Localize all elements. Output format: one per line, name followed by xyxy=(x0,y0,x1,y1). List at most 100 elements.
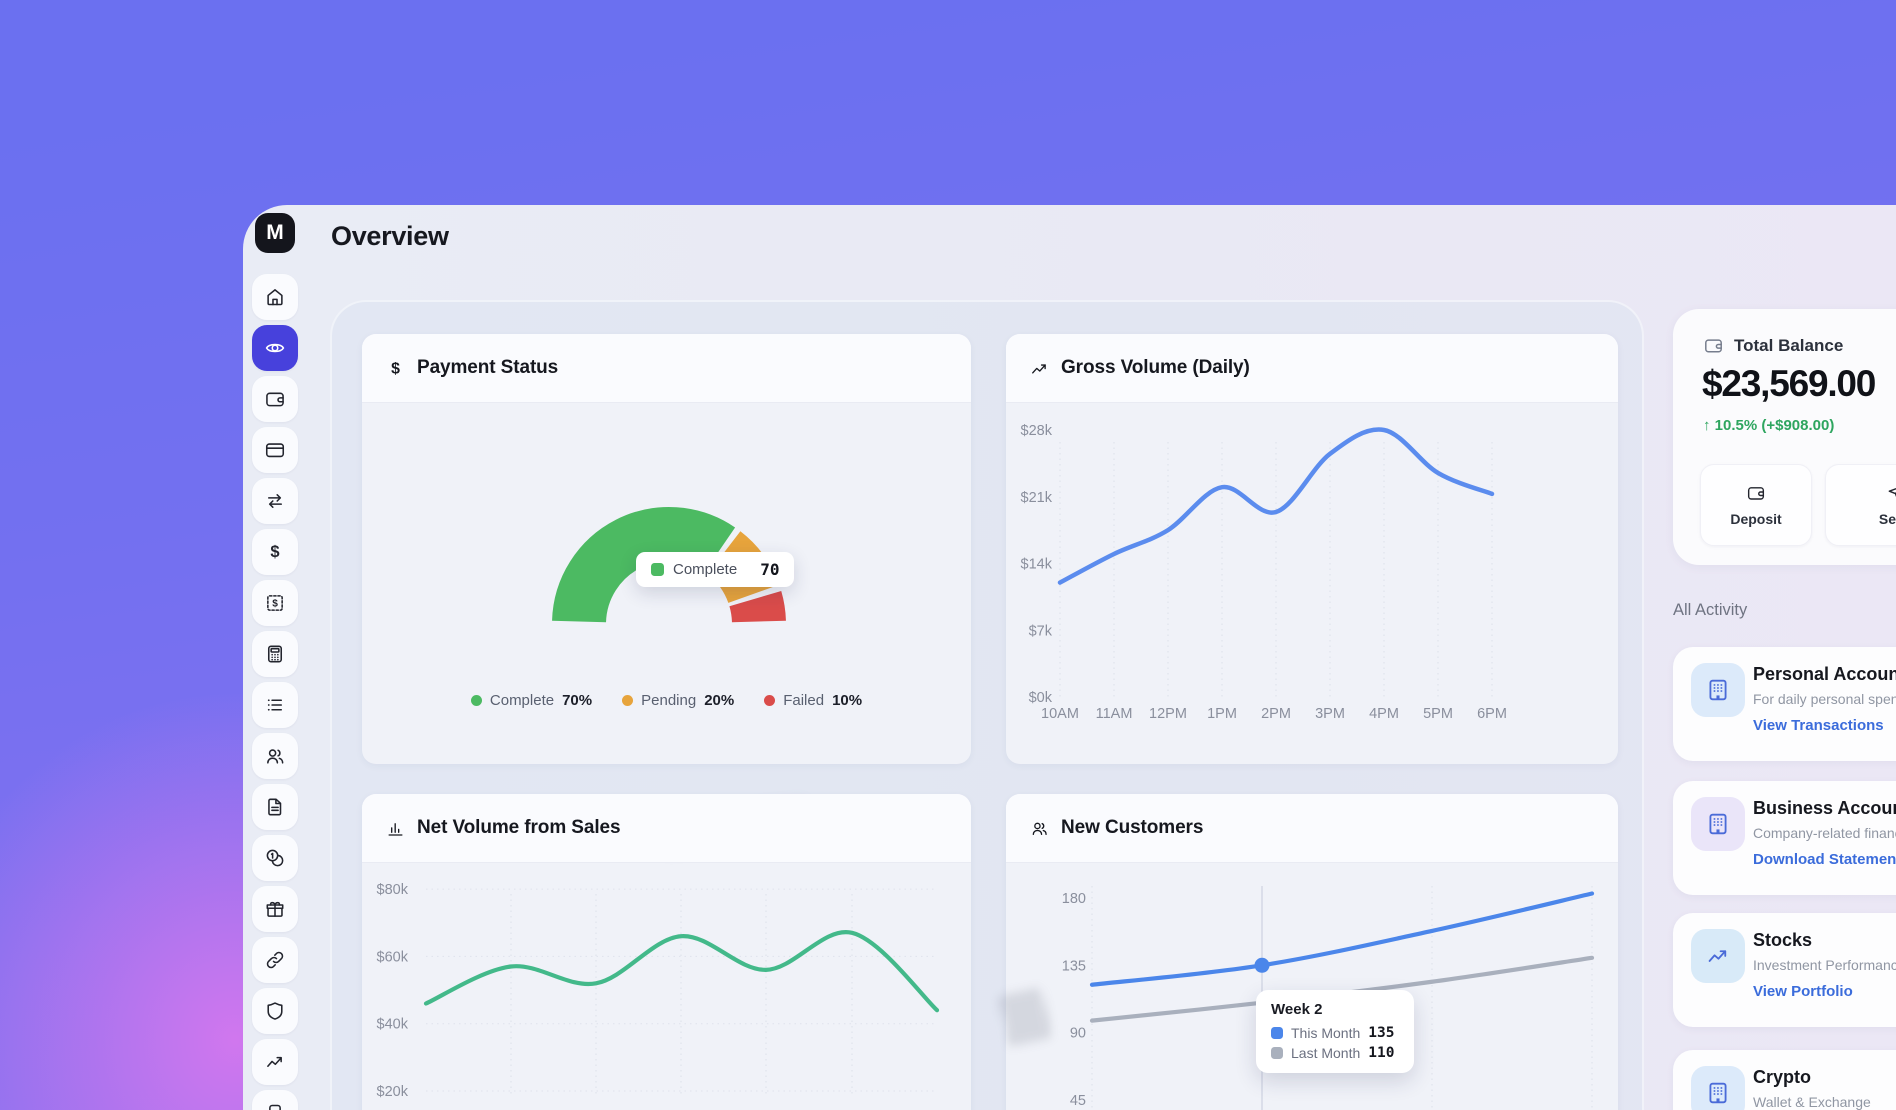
activity-item-crypto[interactable]: Crypto Wallet & Exchange xyxy=(1673,1050,1896,1110)
sidebar-nav: $ $ xyxy=(252,274,298,1110)
sidebar-item-trends[interactable] xyxy=(252,1039,298,1085)
sidebar-item-customers[interactable] xyxy=(252,733,298,779)
tooltip-value: 110 xyxy=(1368,1045,1394,1061)
svg-text:135: 135 xyxy=(1062,958,1086,974)
payment-status-header: $ Payment Status xyxy=(362,334,971,403)
sidebar-item-rewards[interactable] xyxy=(252,886,298,932)
document-icon xyxy=(264,796,286,818)
bar-chart-icon xyxy=(386,819,405,838)
new-customers-tooltip: Week 2 This Month 135 Last Month 110 xyxy=(1256,990,1414,1073)
app-logo: M xyxy=(255,213,295,253)
wallet-icon xyxy=(1746,483,1766,503)
users-icon xyxy=(264,745,286,767)
activity-subtitle: Investment Performance xyxy=(1753,957,1896,973)
activity-item-stocks[interactable]: Stocks Investment Performance View Portf… xyxy=(1673,913,1896,1027)
invoice-icon: $ xyxy=(264,592,286,614)
building-icon xyxy=(1705,811,1731,837)
svg-text:$: $ xyxy=(270,543,279,561)
sidebar-item-coins[interactable] xyxy=(252,835,298,881)
trending-up-icon xyxy=(1705,943,1731,969)
activity-title: Stocks xyxy=(1753,930,1812,951)
new-customers-card: New Customers 1801359045 Week 2 This Mon… xyxy=(1006,794,1618,1110)
sidebar-item-list[interactable] xyxy=(252,682,298,728)
legend-value: 70% xyxy=(562,692,592,709)
building-icon xyxy=(1705,677,1731,703)
svg-text:5PM: 5PM xyxy=(1423,706,1453,722)
svg-text:$40k: $40k xyxy=(377,1017,409,1033)
activity-subtitle: Wallet & Exchange xyxy=(1753,1094,1871,1110)
svg-text:3PM: 3PM xyxy=(1315,706,1345,722)
account-icon-tile xyxy=(1691,663,1745,717)
sidebar-item-calculator[interactable] xyxy=(252,631,298,677)
gift-icon xyxy=(264,898,286,920)
coins-icon xyxy=(264,847,286,869)
activity-item-business-account[interactable]: Business Account Company-related finance… xyxy=(1673,781,1896,895)
activity-item-personal-account[interactable]: Personal Account For daily personal spen… xyxy=(1673,647,1896,761)
tooltip-row-last-month: Last Month 110 xyxy=(1271,1045,1399,1061)
send-icon xyxy=(1886,483,1896,503)
sidebar-item-invoices[interactable]: $ xyxy=(252,580,298,626)
deposit-button[interactable]: Deposit xyxy=(1700,464,1812,546)
dashboard-container: $ Payment Status Complete 70 Complete 70… xyxy=(330,300,1644,1110)
tooltip-value: 135 xyxy=(1368,1025,1394,1041)
trending-up-icon xyxy=(1030,359,1049,378)
activity-title: Crypto xyxy=(1753,1067,1811,1088)
legend-value: 20% xyxy=(704,692,734,709)
svg-text:4PM: 4PM xyxy=(1369,706,1399,722)
legend-item-complete: Complete 70% xyxy=(471,692,592,709)
legend-value: 10% xyxy=(832,692,862,709)
home-icon xyxy=(264,286,286,308)
activity-subtitle: For daily personal spending xyxy=(1753,691,1896,707)
card-title: New Customers xyxy=(1061,817,1203,839)
new-customers-header: New Customers xyxy=(1006,794,1618,863)
wallet-icon xyxy=(1703,335,1724,356)
stocks-icon-tile xyxy=(1691,929,1745,983)
gross-volume-card: Gross Volume (Daily) $0k$7k$14k$21k$28k1… xyxy=(1006,334,1618,764)
tooltip-row-this-month: This Month 135 xyxy=(1271,1025,1399,1041)
svg-text:$60k: $60k xyxy=(377,949,409,965)
svg-text:10AM: 10AM xyxy=(1041,706,1079,722)
shield-icon xyxy=(264,1000,286,1022)
sidebar-item-cards[interactable] xyxy=(252,427,298,473)
legend-swatch xyxy=(1271,1047,1283,1059)
wallet-icon xyxy=(264,388,286,410)
sidebar-item-transfers[interactable] xyxy=(252,478,298,524)
total-balance-amount: $23,569.00 xyxy=(1702,363,1875,405)
legend-dot xyxy=(471,695,482,706)
sidebar-item-overview[interactable] xyxy=(252,325,298,371)
download-statements-link[interactable]: Download Statements xyxy=(1753,851,1896,868)
svg-text:$: $ xyxy=(391,360,400,377)
svg-text:6PM: 6PM xyxy=(1477,706,1507,722)
net-volume-card: Net Volume from Sales $20k$40k$60k$80k xyxy=(362,794,971,1110)
view-portfolio-link[interactable]: View Portfolio xyxy=(1753,983,1853,1000)
activity-title: Personal Account xyxy=(1753,664,1896,685)
legend-dot xyxy=(764,695,775,706)
building-icon xyxy=(1705,1080,1731,1106)
svg-text:$14k: $14k xyxy=(1021,557,1053,573)
sidebar-item-documents[interactable] xyxy=(252,784,298,830)
sidebar-item-device[interactable] xyxy=(252,1090,298,1110)
sidebar-item-payments[interactable]: $ xyxy=(252,529,298,575)
sidebar-item-wallet[interactable] xyxy=(252,376,298,422)
gauge-legend: Complete 70% Pending 20% Failed 10% xyxy=(362,692,971,709)
sidebar-item-links[interactable] xyxy=(252,937,298,983)
credit-card-icon xyxy=(264,439,286,461)
card-title: Gross Volume (Daily) xyxy=(1061,357,1250,379)
dashboard-screen: { "header": { "logo_text": "M", "title":… xyxy=(0,0,1896,1110)
gauge-tooltip-label: Complete xyxy=(673,561,737,578)
svg-text:$20k: $20k xyxy=(377,1084,409,1100)
sidebar-item-home[interactable] xyxy=(252,274,298,320)
trending-up-icon xyxy=(264,1051,286,1073)
legend-item-pending: Pending 20% xyxy=(622,692,734,709)
dollar-icon: $ xyxy=(386,359,405,378)
sidebar-item-security[interactable] xyxy=(252,988,298,1034)
legend-item-failed: Failed 10% xyxy=(764,692,862,709)
svg-text:180: 180 xyxy=(1062,891,1086,907)
gauge-tooltip-value: 70 xyxy=(760,560,779,579)
device-icon xyxy=(264,1102,286,1110)
list-icon xyxy=(264,694,286,716)
view-transactions-link[interactable]: View Transactions xyxy=(1753,717,1884,734)
gauge-tooltip: Complete 70 xyxy=(636,552,794,587)
send-button[interactable]: Send xyxy=(1825,464,1896,546)
app-logo-letter: M xyxy=(266,221,284,245)
